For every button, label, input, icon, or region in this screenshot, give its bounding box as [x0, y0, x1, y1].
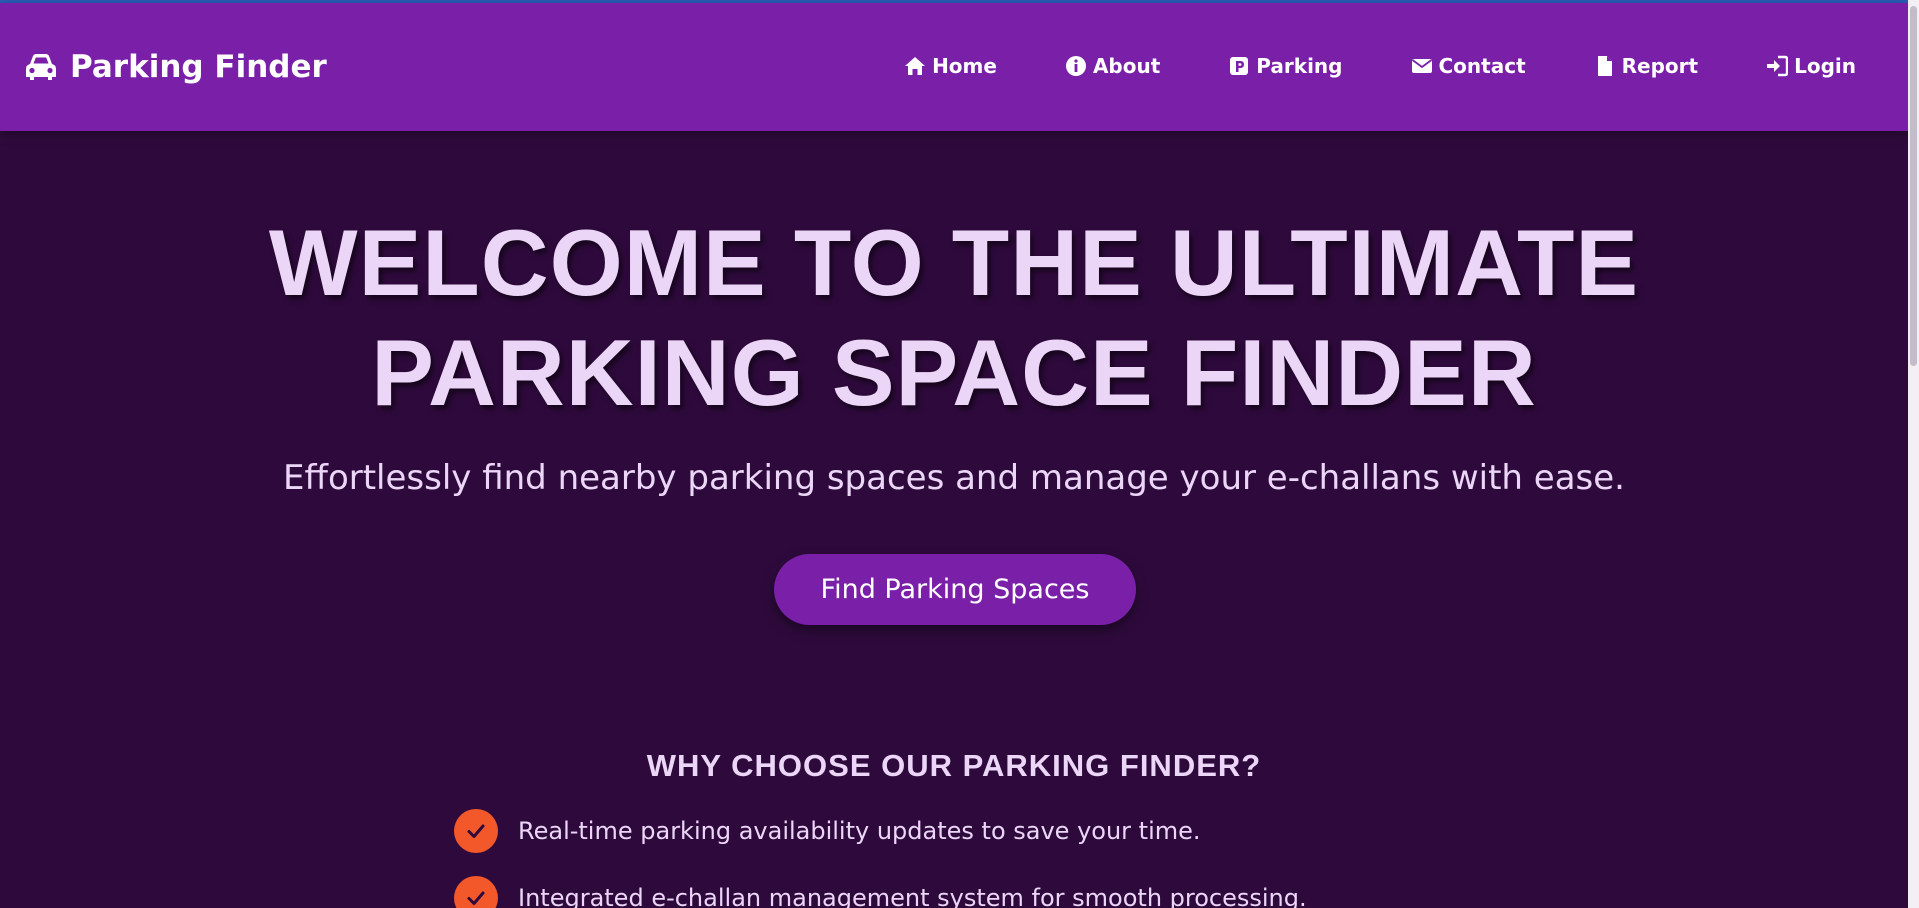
nav-contact[interactable]: Contact [1411, 54, 1526, 78]
nav-contact-label: Contact [1438, 54, 1526, 78]
scrollbar-thumb[interactable] [1910, 6, 1917, 366]
page: Parking Finder Home About Parking Contac… [0, 0, 1919, 908]
why-choose-heading: WHY CHOOSE OUR PARKING FINDER? [646, 748, 1262, 783]
hero-title-line-1: WELCOME TO THE ULTIMATE [268, 210, 1640, 315]
feature-item: Integrated e-challan management system f… [454, 875, 1454, 908]
feature-text: Real-time parking availability updates t… [518, 816, 1201, 845]
file-icon [1597, 56, 1612, 76]
brand-name: Parking Finder [70, 49, 327, 85]
car-icon [26, 54, 56, 80]
feature-text: Integrated e-challan management system f… [518, 883, 1307, 908]
nav-about-label: About [1092, 54, 1161, 78]
check-icon [454, 808, 498, 853]
check-icon [454, 875, 498, 908]
find-parking-button[interactable]: Find Parking Spaces [774, 554, 1136, 625]
envelope-icon [1411, 59, 1432, 73]
nav-report-label: Report [1621, 54, 1699, 78]
nav-report[interactable]: Report [1594, 54, 1698, 78]
brand-link[interactable]: Parking Finder [24, 47, 327, 87]
nav-login[interactable]: Login [1766, 54, 1856, 78]
hero-title-line-2: PARKING SPACE FINDER [371, 320, 1537, 425]
nav-login-label: Login [1794, 54, 1856, 78]
nav-home[interactable]: Home [904, 54, 997, 78]
parking-icon [1230, 57, 1249, 75]
nav-home-label: Home [932, 54, 997, 78]
login-icon [1767, 55, 1789, 77]
feature-item: Real-time parking availability updates t… [454, 808, 1454, 853]
hero-subtitle: Effortlessly find nearby parking spaces … [283, 458, 1625, 498]
navbar: Parking Finder Home About Parking Contac… [0, 3, 1908, 131]
main-nav: Home About Parking Contact Report Login [904, 51, 1856, 81]
hero-title: WELCOME TO THE ULTIMATE PARKING SPACE FI… [0, 208, 1908, 428]
home-icon [905, 57, 926, 75]
nav-about[interactable]: About [1065, 54, 1160, 78]
vertical-scrollbar[interactable] [1908, 0, 1919, 908]
info-icon [1065, 56, 1086, 76]
nav-parking[interactable]: Parking [1228, 54, 1343, 78]
feature-list: Real-time parking availability updates t… [454, 808, 1454, 908]
nav-parking-label: Parking [1256, 54, 1343, 78]
